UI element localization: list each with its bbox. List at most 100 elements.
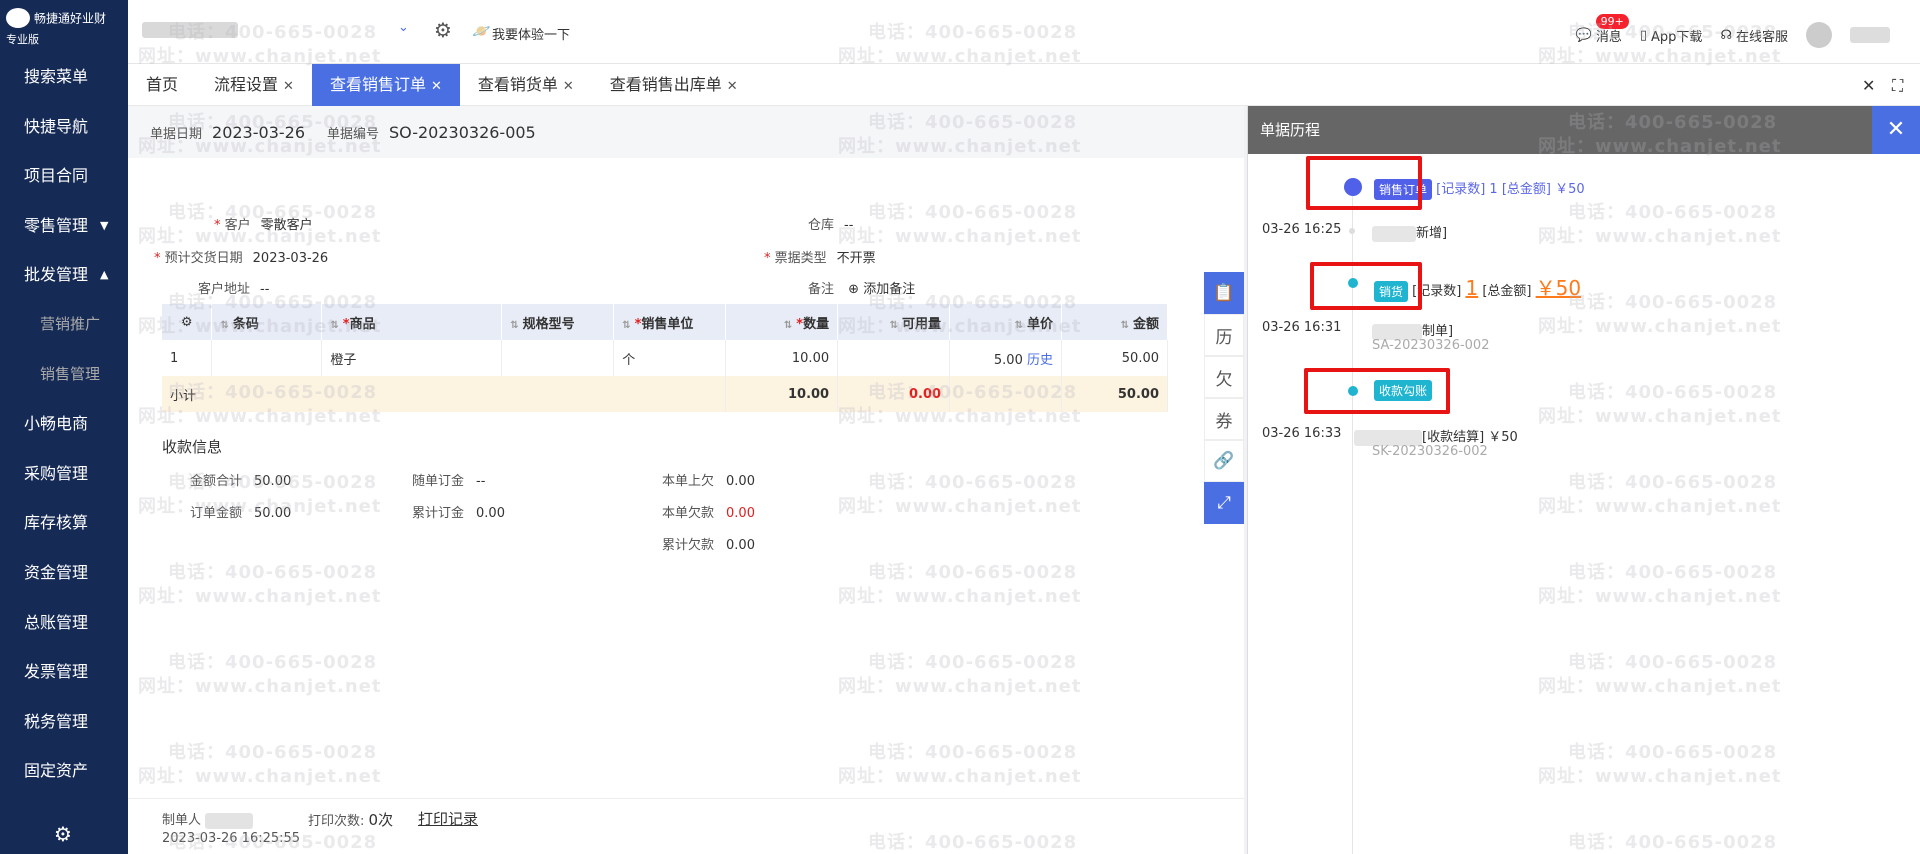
print-record-link[interactable]: 打印记录: [418, 808, 478, 829]
tab[interactable]: 查看销货单 ✕: [460, 64, 592, 106]
sidebar-item[interactable]: 快捷导航: [0, 102, 128, 152]
doc-number-value: SO-20230326-005: [389, 122, 536, 142]
column-header[interactable]: ⇅ *数量: [725, 304, 839, 340]
column-header[interactable]: ⇅ 可用量: [837, 304, 951, 340]
settings-gear-icon[interactable]: ⚙: [54, 822, 72, 846]
tab-label: 查看销售出库单: [609, 74, 722, 94]
sidebar-item[interactable]: 资金管理: [0, 548, 128, 598]
brand-name: 畅捷通好业财: [34, 11, 107, 26]
tab[interactable]: 查看销售订单 ✕: [311, 63, 460, 106]
company-selector[interactable]: [142, 22, 238, 38]
add-remark-label: 添加备注: [863, 282, 916, 297]
sidebar-item[interactable]: 营销推广: [0, 300, 128, 350]
online-service-button[interactable]: ☊ 在线客服: [1720, 26, 1788, 45]
tab-bar: 首页 流程设置 ✕ 查看销售订单 ✕ 查看销货单 ✕ 查看销售出库单 ✕ ✕ ⛶: [128, 63, 1920, 106]
panel-title: 单据历程: [1260, 121, 1321, 139]
try-experience-link[interactable]: 我要体验一下: [492, 24, 570, 43]
coupon-icon[interactable]: 券: [1204, 398, 1244, 440]
sidebar-item[interactable]: 零售管理 ▼: [0, 201, 128, 251]
tab-close-icon[interactable]: ✕: [563, 79, 574, 94]
sidebar-item[interactable]: 小畅电商: [0, 399, 128, 449]
delivery-date-value: 2023-03-26: [252, 251, 329, 266]
cell-price: 5.00 历史: [949, 340, 1062, 376]
subtotal-qty: 10.00: [725, 376, 839, 412]
subtotal-label: 小计: [162, 376, 727, 412]
doc-date-value: 2023-03-26: [212, 122, 305, 142]
tab-label: 流程设置: [214, 74, 279, 94]
warehouse-value: --: [844, 218, 854, 233]
sidebar-item[interactable]: 搜索菜单: [0, 52, 128, 102]
sidebar-item[interactable]: 库存核算: [0, 498, 128, 548]
deposit: 随单订金 --: [412, 474, 486, 489]
price-history-link[interactable]: 历史: [1027, 353, 1053, 368]
order-owed: 本单欠款 0.00: [662, 506, 755, 521]
chevron-down-icon[interactable]: ⌄: [398, 20, 409, 35]
tab[interactable]: 查看销售出库单 ✕: [592, 64, 756, 106]
event-meta: [记录数] 1 [总金额] ￥50: [1436, 182, 1585, 197]
brand-logo-icon: [6, 8, 30, 28]
doc-date-label: 单据日期: [150, 126, 203, 142]
sidebar-item[interactable]: 固定资产: [0, 746, 128, 796]
sidebar-item[interactable]: 采购管理: [0, 449, 128, 499]
doc-number-label: 单据编号: [327, 126, 380, 142]
column-header[interactable]: ⇅ 金额: [1061, 304, 1168, 340]
payment-section-title: 收款信息: [162, 438, 223, 456]
avatar[interactable]: [1806, 22, 1832, 48]
caret-down-icon: ▼: [100, 218, 109, 232]
sidebar-item[interactable]: 项目合同: [0, 151, 128, 201]
user-name[interactable]: [1850, 27, 1890, 43]
column-header[interactable]: ⇅ 单价: [949, 304, 1062, 340]
cumulative-deposit: 累计订金 0.00: [412, 506, 505, 521]
made-time: 2023-03-26 16:25:55: [162, 831, 301, 846]
record-count-link[interactable]: 1: [1465, 276, 1478, 300]
sidebar-item[interactable]: 批发管理 ▲: [0, 250, 128, 300]
column-header[interactable]: ⇅ 规格型号: [501, 304, 615, 340]
customer-value: 零散客户: [260, 218, 313, 233]
document-icon[interactable]: 📋: [1204, 272, 1244, 314]
event-time: 03-26 16:25: [1262, 222, 1342, 237]
tab[interactable]: 流程设置 ✕: [196, 64, 312, 106]
event-time: 03-26 16:31: [1262, 320, 1342, 335]
sidebar-item-label: 税务管理: [24, 711, 89, 731]
logo: 畅捷通好业财 专业版: [0, 0, 128, 52]
app-download-button[interactable]: ▯ App下载: [1640, 26, 1703, 45]
invoice-type-value: 不开票: [836, 251, 876, 266]
column-header[interactable]: ⇅ *销售单位: [613, 304, 727, 340]
table-row[interactable]: 1 橙子 个 10.00 5.00 历史 50.00: [162, 340, 1168, 376]
timeline-dot-small: [1349, 228, 1355, 234]
sidebar-item[interactable]: 发票管理: [0, 647, 128, 697]
messages-button[interactable]: 💬 消息 99+: [1575, 13, 1629, 45]
sidebar-item-label: 营销推广: [40, 314, 101, 333]
tab-close-icon[interactable]: ✕: [431, 79, 442, 94]
close-all-tabs-icon[interactable]: ✕: [1862, 76, 1875, 95]
sidebar-item[interactable]: 销售管理: [0, 350, 128, 400]
sidebar-item[interactable]: 总账管理: [0, 598, 128, 648]
owe-icon[interactable]: 欠: [1204, 356, 1244, 398]
side-toolbar: 📋 历 欠 券 🔗 ⤢: [1204, 272, 1244, 524]
column-header[interactable]: ⇅ 条码: [211, 304, 323, 340]
attachment-icon[interactable]: 🔗: [1204, 440, 1244, 482]
maker-field: 制单人: [162, 809, 254, 829]
maker-name: [205, 812, 254, 829]
history-icon[interactable]: 历: [1204, 314, 1244, 356]
column-header[interactable]: ⇅ *商品: [321, 304, 503, 340]
event-time: 03-26 16:33: [1262, 426, 1342, 441]
warehouse-field: 仓库 --: [808, 214, 853, 233]
sidebar-item-label: 资金管理: [24, 562, 89, 582]
close-icon[interactable]: ✕: [1872, 106, 1920, 154]
cumulative-owed: 累计欠款 0.00: [662, 538, 755, 553]
expand-icon[interactable]: ⤢: [1204, 482, 1244, 524]
tab-close-icon[interactable]: ✕: [283, 79, 294, 94]
column-settings-icon[interactable]: ⚙: [162, 304, 213, 340]
tab-close-icon[interactable]: ✕: [727, 79, 738, 94]
amount-link[interactable]: ￥50: [1536, 276, 1581, 300]
tab[interactable]: 首页: [128, 64, 196, 106]
add-remark-link[interactable]: ⊕ 添加备注: [848, 282, 915, 297]
sidebar-item-label: 零售管理: [24, 215, 89, 235]
message-icon: 💬: [1575, 27, 1592, 43]
gear-icon[interactable]: ⚙: [434, 18, 452, 42]
sidebar-item[interactable]: 税务管理: [0, 697, 128, 747]
fullscreen-icon[interactable]: ⛶: [1892, 76, 1903, 96]
highlight-box: [1306, 156, 1422, 210]
sidebar-item-label: 批发管理: [24, 265, 89, 285]
